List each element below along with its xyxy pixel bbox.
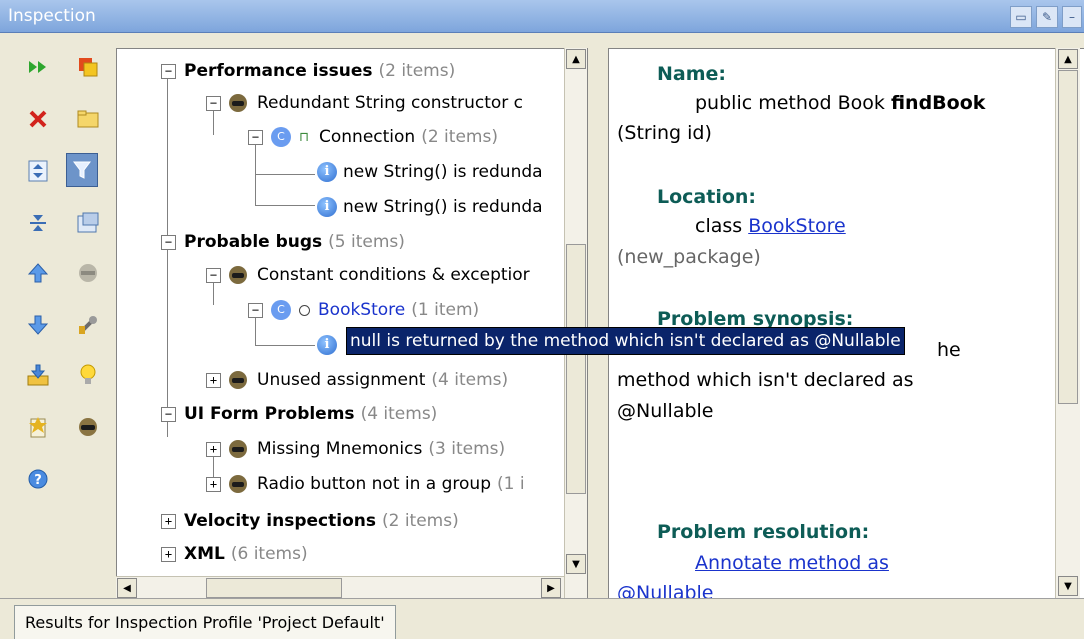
expand-toggle[interactable]: +: [161, 546, 176, 562]
scroll-down-icon[interactable]: ▼: [1058, 576, 1078, 596]
inspection-icon: [229, 440, 247, 458]
collapse-toggle[interactable]: −: [206, 267, 221, 283]
tree-node-radio-button[interactable]: + Radio button not in a group (1 i: [206, 469, 525, 499]
close-icon[interactable]: [24, 105, 52, 133]
scroll-up-icon[interactable]: ▲: [1058, 49, 1078, 69]
info-icon: i: [317, 335, 337, 355]
collapse-toggle[interactable]: −: [248, 302, 263, 318]
bookstore-link[interactable]: BookStore: [748, 215, 846, 237]
quickfix-bulb-icon[interactable]: [74, 361, 102, 389]
collapse-toggle[interactable]: −: [161, 406, 176, 422]
collapse-toggle[interactable]: −: [248, 129, 263, 145]
help-icon[interactable]: ?: [24, 465, 52, 493]
problem-description-pane: Name: public method Book findBook (Strin…: [608, 48, 1084, 600]
collapse-toggle[interactable]: −: [161, 234, 176, 250]
lock-icon: ⊓: [299, 130, 310, 145]
inspection-icon: [229, 94, 247, 112]
open-folder-icon[interactable]: [74, 105, 102, 133]
inspection-icon: [229, 266, 247, 284]
inspection-icon: [229, 371, 247, 389]
class-icon: C: [271, 300, 291, 320]
autoscroll-icon[interactable]: [74, 209, 102, 237]
next-icon[interactable]: [24, 311, 52, 339]
quickfix-link[interactable]: Annotate method as: [695, 552, 889, 574]
collapse-toggle[interactable]: −: [161, 63, 176, 79]
scroll-thumb[interactable]: [206, 578, 342, 598]
info-icon: i: [317, 162, 337, 182]
scroll-thumb[interactable]: [566, 244, 586, 494]
edit-settings-icon[interactable]: [24, 413, 52, 441]
inspection-icon[interactable]: [74, 413, 102, 441]
inspection-toolbar: ?: [0, 33, 116, 598]
svg-text:?: ?: [34, 473, 42, 488]
scroll-thumb[interactable]: [1058, 70, 1078, 404]
restore-icon[interactable]: ▭: [1010, 6, 1032, 28]
expand-toggle[interactable]: +: [206, 372, 221, 388]
filter-icon[interactable]: [66, 153, 98, 187]
tree-node-performance-issues[interactable]: − Performance issues (2 items): [161, 56, 455, 86]
scroll-up-icon[interactable]: ▲: [566, 49, 586, 69]
class-icon: C: [271, 127, 291, 147]
tree-node-velocity[interactable]: + Velocity inspections (2 items): [161, 506, 459, 536]
collapse-toggle[interactable]: −: [206, 95, 221, 111]
scroll-right-icon[interactable]: ▶: [541, 578, 561, 598]
expand-all-icon[interactable]: [24, 157, 52, 185]
tree-leaf-problem[interactable]: i new String() is redunda: [317, 192, 543, 222]
location-package: (new_package): [617, 246, 761, 268]
synopsis-line: method which isn't declared as: [617, 369, 914, 391]
inspection-icon: [229, 475, 247, 493]
location-heading: Location:: [657, 186, 757, 208]
collapse-all-icon[interactable]: [24, 209, 52, 237]
scroll-down-icon[interactable]: ▼: [566, 554, 586, 574]
window-title: Inspection: [8, 6, 96, 26]
previous-icon[interactable]: [24, 259, 52, 287]
tree-node-probable-bugs[interactable]: − Probable bugs (5 items): [161, 227, 405, 257]
detail-vertical-scrollbar[interactable]: ▲ ▼: [1055, 48, 1080, 598]
info-icon: i: [317, 197, 337, 217]
tree-leaf-problem[interactable]: i new String() is redunda: [317, 157, 543, 187]
settings-wrench-icon[interactable]: [74, 311, 102, 339]
location-value: class BookStore: [695, 215, 846, 237]
tree-node-ui-form-problems[interactable]: − UI Form Problems (4 items): [161, 399, 437, 429]
tree-node-bookstore[interactable]: − C BookStore (1 item): [248, 295, 479, 325]
run-icon[interactable]: [24, 53, 52, 81]
name-value: public method Book findBook: [695, 92, 986, 114]
pin-icon[interactable]: ✎: [1036, 6, 1058, 28]
expand-toggle[interactable]: +: [206, 441, 221, 457]
tree-node-missing-mnemonics[interactable]: + Missing Mnemonics (3 items): [206, 434, 505, 464]
package-visibility-icon: [299, 304, 310, 316]
scroll-left-icon[interactable]: ◀: [117, 578, 137, 598]
tooltip: null is returned by the method which isn…: [346, 327, 905, 355]
tree-horizontal-scrollbar[interactable]: ◀ ▶: [116, 576, 564, 599]
name-heading: Name:: [657, 63, 727, 85]
tree-vertical-scrollbar[interactable]: ▲ ▼: [564, 48, 587, 598]
synopsis-line: @Nullable: [617, 400, 714, 422]
resolution-heading: Problem resolution:: [657, 521, 870, 543]
results-tab[interactable]: Results for Inspection Profile 'Project …: [14, 605, 396, 639]
expand-toggle[interactable]: +: [206, 476, 221, 492]
title-bar: Inspection ▭ ✎ –: [0, 0, 1084, 33]
synopsis-fragment: he: [937, 339, 961, 361]
minimize-icon[interactable]: –: [1062, 6, 1082, 28]
tree-node-redundant-string[interactable]: − Redundant String constructor c: [206, 88, 523, 118]
tree-node-xml[interactable]: + XML (6 items): [161, 539, 308, 569]
export-icon[interactable]: [74, 53, 102, 81]
export-down-icon[interactable]: [24, 361, 52, 389]
problems-tree[interactable]: − Performance issues (2 items) − Redundan…: [116, 48, 588, 600]
tree-leaf-selected[interactable]: i: [317, 330, 343, 360]
tree-node-constant-conditions[interactable]: − Constant conditions & exceptior: [206, 260, 530, 290]
name-params: (String id): [617, 122, 712, 144]
tree-node-connection[interactable]: − C ⊓ Connection (2 items): [248, 122, 498, 152]
tree-node-unused-assignment[interactable]: + Unused assignment (4 items): [206, 365, 508, 395]
expand-toggle[interactable]: +: [161, 513, 176, 529]
status-bar: Results for Inspection Profile 'Project …: [0, 598, 1084, 639]
group-icon[interactable]: [74, 259, 102, 287]
